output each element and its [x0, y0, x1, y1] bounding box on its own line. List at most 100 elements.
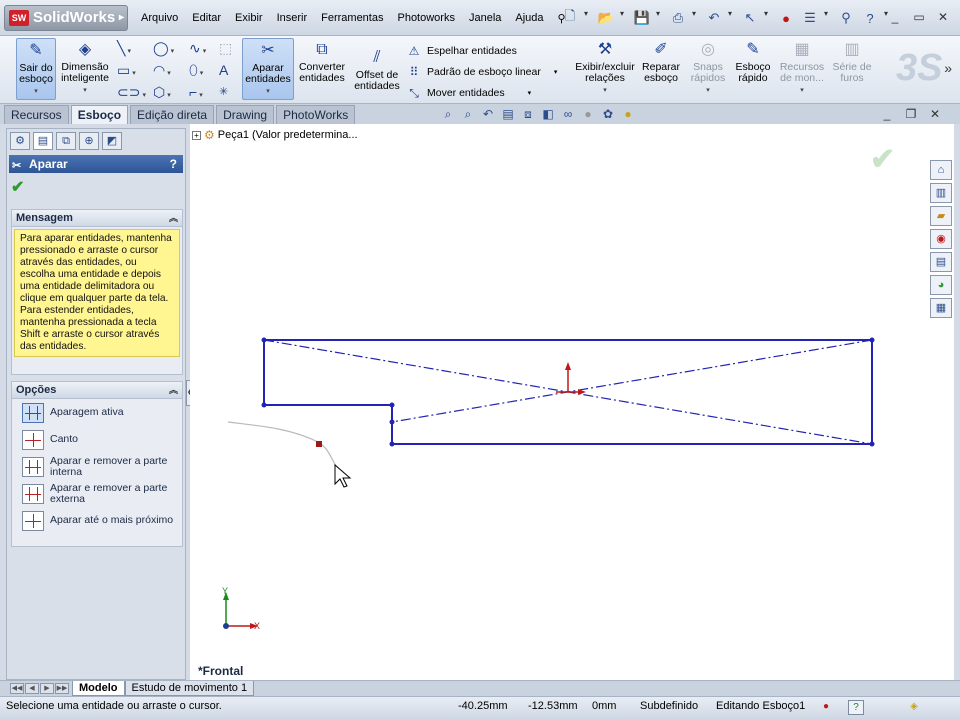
chevron-down-icon[interactable]: ▾	[824, 9, 832, 27]
chevron-down-icon[interactable]: ▾	[656, 9, 664, 27]
construction-diagonal[interactable]	[391, 339, 873, 423]
view-settings-icon[interactable]: ●	[620, 106, 636, 122]
arc-tool-icon[interactable]: ◠ ▾	[153, 61, 189, 79]
chevron-down-icon[interactable]: ▾	[243, 86, 293, 97]
new-document-icon[interactable]: 🗋	[560, 8, 580, 27]
display-style-icon[interactable]: ◧	[540, 106, 556, 122]
next-tab-icon[interactable]: ▶	[40, 683, 54, 694]
edit-appearance-icon[interactable]: ●	[580, 106, 596, 122]
tab-esboco[interactable]: Esboço	[70, 105, 129, 124]
sketch-point[interactable]	[389, 441, 395, 447]
menu-photoworks[interactable]: Photoworks	[390, 12, 461, 25]
previous-view-icon[interactable]: ↶	[480, 106, 496, 122]
point-tool-icon[interactable]: ✳	[219, 83, 228, 101]
chevron-down-icon[interactable]: ▾	[58, 85, 112, 96]
feature-manager-tab-icon[interactable]: ⚙	[10, 132, 30, 150]
menu-ferramentas[interactable]: Ferramentas	[314, 12, 390, 25]
chevron-down-icon[interactable]: ▾	[728, 9, 736, 27]
help-icon[interactable]: ?	[848, 700, 864, 715]
expand-ribbon-icon[interactable]: »	[944, 60, 952, 76]
previous-tab-icon[interactable]: ◀	[25, 683, 39, 694]
doc-restore-icon[interactable]: ❐	[904, 107, 918, 121]
minimize-icon[interactable]: _	[888, 10, 902, 24]
undo-icon[interactable]: ↶	[704, 9, 724, 27]
zoom-to-fit-icon[interactable]: ⌕	[440, 106, 456, 122]
property-manager-tab-icon[interactable]: ▤	[33, 132, 53, 150]
menu-inserir[interactable]: Inserir	[270, 12, 315, 25]
rebuild-status-icon[interactable]: ●	[818, 700, 834, 715]
sketch-point[interactable]	[389, 419, 395, 425]
chevron-down-icon[interactable]: ▾	[686, 85, 730, 96]
menu-ajuda[interactable]: Ajuda	[508, 12, 550, 25]
tab-recursos[interactable]: Recursos	[4, 105, 69, 124]
help-icon[interactable]: ?	[860, 9, 880, 27]
circle-tool-icon[interactable]: ◯ ▾	[153, 39, 189, 57]
hide-show-items-icon[interactable]: ∞	[560, 106, 576, 122]
sketch-point[interactable]	[261, 337, 267, 343]
save-icon[interactable]: 💾	[632, 9, 652, 27]
chevron-down-icon[interactable]: ▾	[584, 9, 592, 27]
menu-exibir[interactable]: Exibir	[228, 12, 270, 25]
tag-icon[interactable]: ◈	[906, 700, 922, 715]
restore-icon[interactable]: ▭	[912, 10, 926, 24]
hole-series-button[interactable]: ▥ Série de furos	[830, 38, 874, 100]
apply-scene-icon[interactable]: ✿	[600, 106, 616, 122]
last-tab-icon[interactable]: ▶▶	[55, 683, 69, 694]
graphics-area[interactable]: Y X + ⚙ Peça1 (Valor predetermina... ✔ *…	[190, 124, 954, 680]
chevron-down-icon[interactable]: ▾	[572, 85, 638, 96]
repair-sketch-button[interactable]: ✐ Reparar esboço	[640, 38, 682, 100]
close-icon[interactable]: ✕	[936, 10, 950, 24]
chevron-down-icon[interactable]: ▾	[528, 89, 532, 97]
menu-pin-icon[interactable]: ▸	[119, 6, 124, 30]
tab-edicao-direta[interactable]: Edição direta	[130, 105, 215, 124]
offset-entities-button[interactable]: ⫽ Offset de entidades	[350, 38, 404, 100]
doc-minimize-icon[interactable]: _	[880, 107, 894, 121]
sketch-point[interactable]	[869, 441, 875, 447]
tab-modelo[interactable]: Modelo	[72, 681, 125, 696]
design-library-icon[interactable]: ▥	[930, 183, 952, 203]
dimxpert-tab-icon[interactable]: ⊕	[79, 132, 99, 150]
tab-motion-study[interactable]: Estudo de movimento 1	[124, 681, 255, 696]
line-tool-icon[interactable]: ╲ ▾	[117, 39, 153, 57]
solidworks-resources-icon[interactable]: ⌂	[930, 160, 952, 180]
convert-entities-button[interactable]: ⧉ Converter entidades	[296, 38, 348, 100]
select-cursor-icon[interactable]: ↖	[740, 9, 760, 27]
expand-icon[interactable]: +	[192, 130, 201, 140]
tab-drawing[interactable]: Drawing	[216, 105, 275, 124]
option-trim-away-inside[interactable]: Aparar e remover a parte interna	[12, 453, 182, 480]
sketch-point[interactable]	[869, 337, 875, 343]
zoom-to-area-icon[interactable]: ⌕	[460, 106, 476, 122]
view-palette-icon[interactable]: ▤	[930, 252, 952, 272]
chevron-down-icon[interactable]: ▾	[620, 9, 628, 27]
display-manager-tab-icon[interactable]: ◩	[102, 132, 122, 150]
search-commands-icon[interactable]: ⚲	[836, 9, 856, 27]
chevron-down-icon[interactable]: ▾	[17, 86, 55, 97]
options-group-header[interactable]: Opções ︽	[12, 382, 182, 399]
rectangle-tool-icon[interactable]: ▭ ▾	[117, 61, 153, 79]
custom-properties-icon[interactable]: ▦	[930, 298, 952, 318]
solidworks-logo[interactable]: SW SolidWorks ▸	[4, 5, 128, 31]
open-folder-icon[interactable]: 📂	[596, 9, 616, 27]
menu-janela[interactable]: Janela	[462, 12, 508, 25]
rebuild-traffic-light-icon[interactable]: ●	[776, 9, 796, 27]
polygon-tool-icon[interactable]: ⬡ ▾	[153, 83, 189, 101]
file-explorer-icon[interactable]: ▰	[930, 206, 952, 226]
menu-arquivo[interactable]: Arquivo	[134, 12, 185, 25]
quick-snaps-button[interactable]: ◎ Snaps rápidos ▾	[686, 38, 730, 100]
feature-tree-flyout[interactable]: + ⚙ Peça1 (Valor predetermina...	[192, 128, 358, 142]
move-entities-button[interactable]: ⤡ Mover entidades ▾	[406, 82, 566, 103]
sketch-canvas[interactable]: Y X	[190, 124, 954, 680]
mirror-entities-button[interactable]: ⚠ Espelhar entidades	[406, 40, 566, 61]
linear-pattern-button[interactable]: ⠿ Padrão de esboço linear ▾	[406, 61, 566, 82]
option-corner[interactable]: Canto	[12, 426, 182, 453]
menu-editar[interactable]: Editar	[185, 12, 228, 25]
help-icon[interactable]: ?	[170, 155, 177, 173]
tab-photoworks[interactable]: PhotoWorks	[276, 105, 356, 124]
display-relations-button[interactable]: ⚒ Exibir/excluir relações ▾	[572, 38, 638, 100]
option-power-trim[interactable]: Aparagem ativa	[12, 399, 182, 426]
chevron-down-icon[interactable]: ▾	[554, 68, 558, 76]
exit-sketch-button[interactable]: ✎ Sair do esboço ▾	[16, 38, 56, 100]
trim-entities-button[interactable]: ✂ Aparar entidades ▾	[242, 38, 294, 100]
appearances-icon[interactable]: ◕	[930, 275, 952, 295]
ok-check-icon[interactable]: ✔	[11, 177, 29, 196]
